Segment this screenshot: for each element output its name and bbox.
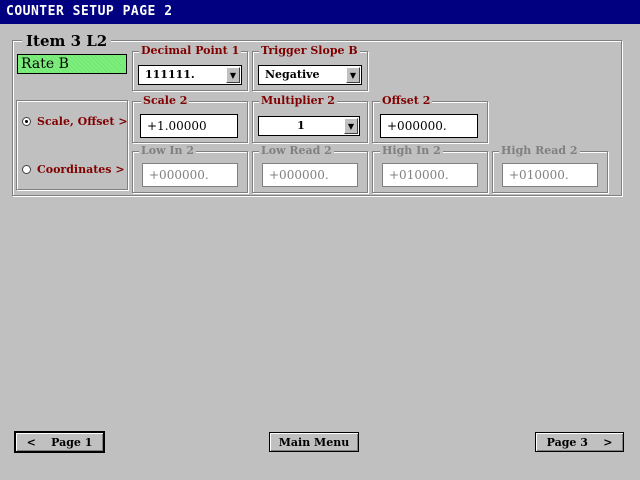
offset-input[interactable]: +000000. [380, 114, 478, 138]
trigger-slope-value: Negative [265, 68, 320, 81]
main-menu-button[interactable]: Main Menu [269, 432, 359, 452]
multiplier-label: Multiplier 2 [259, 94, 337, 107]
scale-input[interactable]: +1.00000 [140, 114, 238, 138]
trigger-slope-label: Trigger Slope B [259, 44, 360, 57]
radio-selected-icon [22, 117, 31, 126]
offset-label: Offset 2 [380, 94, 433, 107]
window-title: COUNTER SETUP PAGE 2 [6, 4, 173, 19]
low-read-input[interactable]: +000000. [262, 163, 358, 187]
low-in-input[interactable]: +000000. [142, 163, 238, 187]
chevron-down-icon[interactable]: ▼ [226, 67, 240, 83]
high-read-label: High Read 2 [499, 144, 580, 157]
high-read-input[interactable]: +010000. [502, 163, 598, 187]
rate-label: Rate B [17, 54, 127, 74]
low-in-label: Low In 2 [139, 144, 196, 157]
chevron-down-icon[interactable]: ▼ [344, 118, 358, 134]
window-title-bar: COUNTER SETUP PAGE 2 [0, 0, 640, 24]
high-in-input[interactable]: +010000. [382, 163, 478, 187]
scale-offset-label: Scale, Offset > [37, 115, 128, 128]
decimal-point-value: 111111. [145, 68, 195, 81]
item-title: Item 3 L2 [22, 32, 112, 50]
scale-label: Scale 2 [141, 94, 190, 107]
multiplier-select[interactable]: 1 ▼ [258, 116, 360, 136]
coordinates-label: Coordinates > [37, 163, 125, 176]
next-page-button[interactable]: Page 3 > [535, 432, 624, 452]
decimal-point-label: Decimal Point 1 [139, 44, 242, 57]
scale-offset-radio[interactable]: Scale, Offset > [22, 115, 128, 128]
trigger-slope-select[interactable]: Negative ▼ [258, 65, 362, 85]
prev-page-button[interactable]: < Page 1 [15, 432, 104, 452]
coordinates-radio[interactable]: Coordinates > [22, 163, 125, 176]
decimal-point-select[interactable]: 111111. ▼ [138, 65, 242, 85]
chevron-down-icon[interactable]: ▼ [346, 67, 360, 83]
multiplier-value: 1 [297, 119, 305, 132]
high-in-label: High In 2 [380, 144, 443, 157]
mode-group [16, 100, 128, 190]
radio-unselected-icon [22, 165, 31, 174]
low-read-label: Low Read 2 [259, 144, 334, 157]
